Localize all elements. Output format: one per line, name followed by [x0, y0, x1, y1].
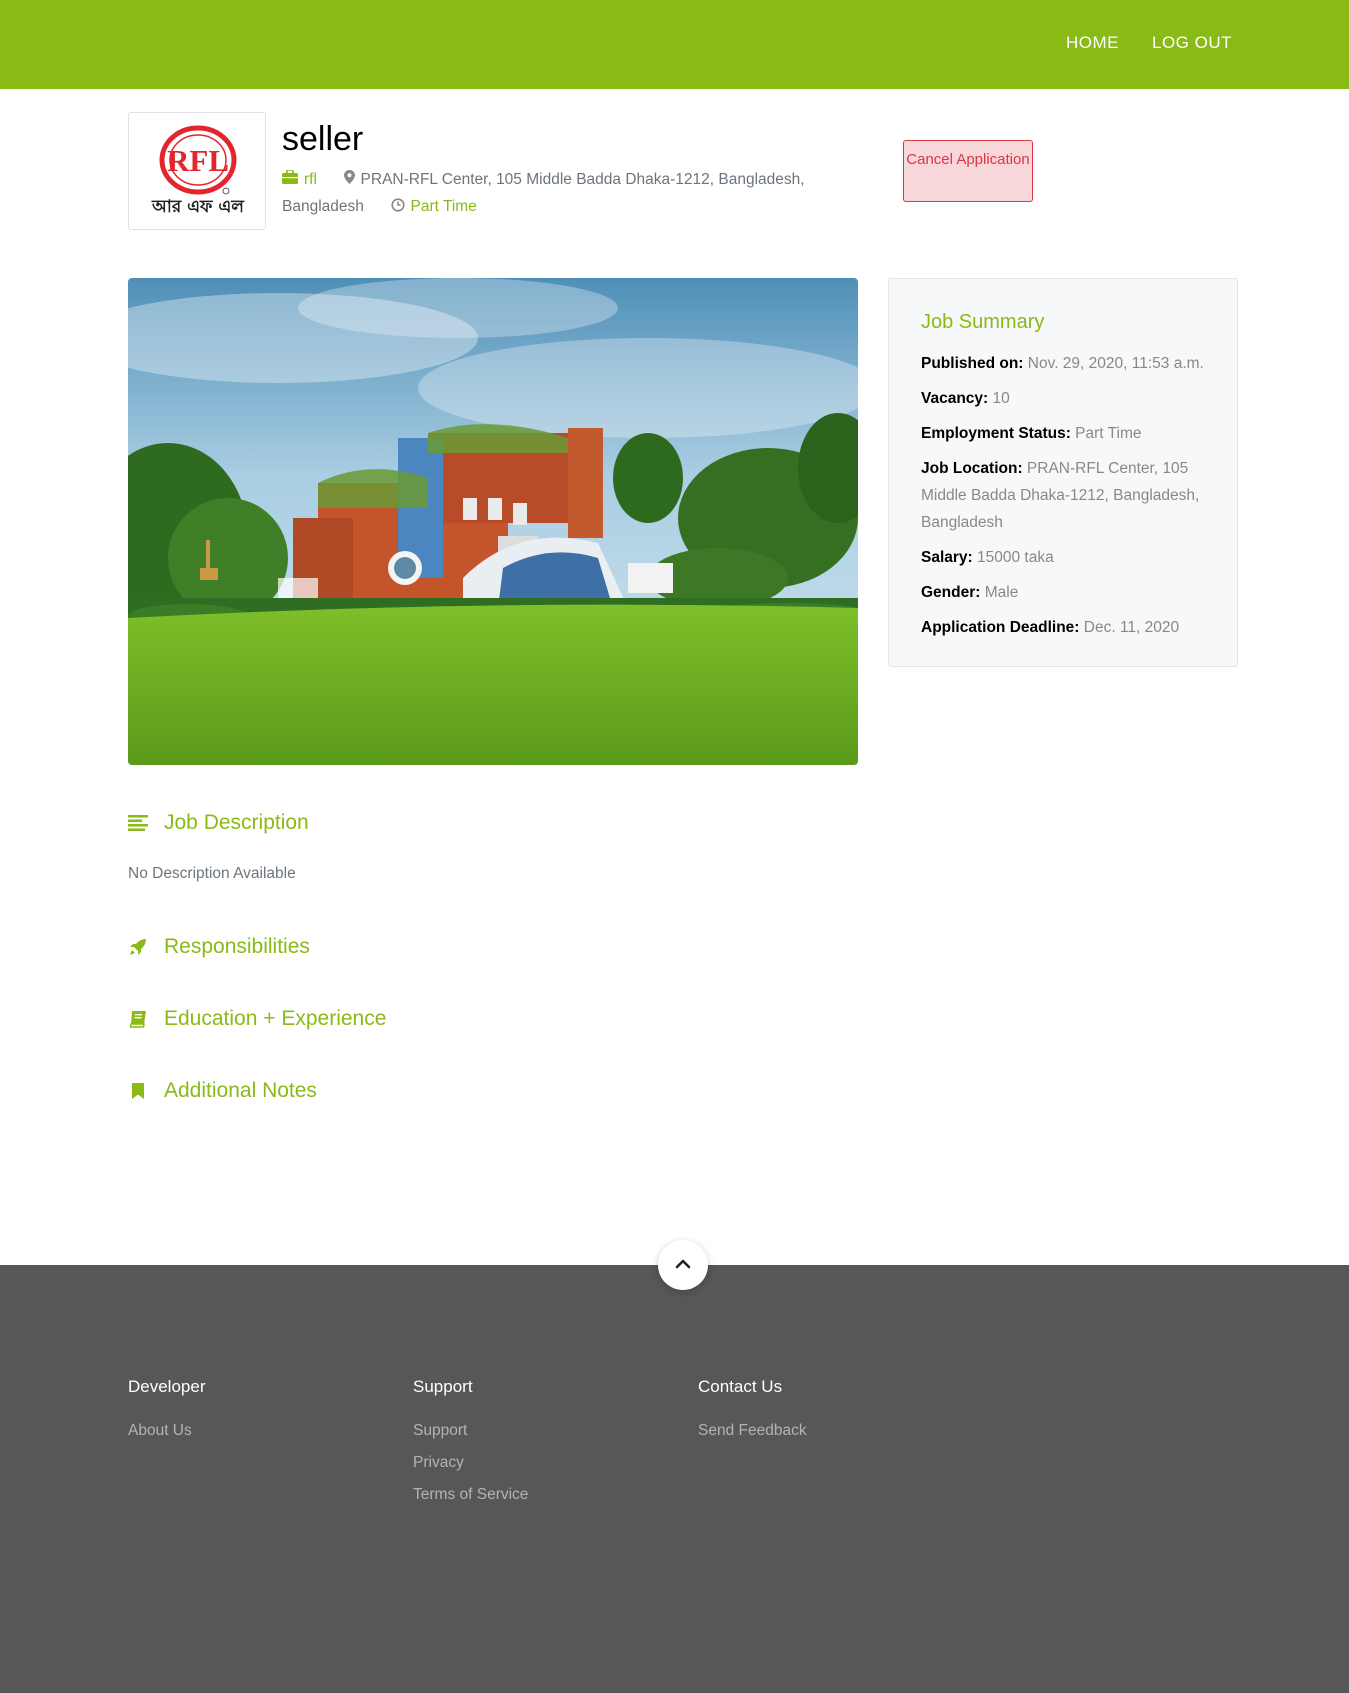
- rfl-logo-image: RFL আর এফ এল: [151, 125, 245, 217]
- svg-text:RFL: RFL: [167, 143, 229, 178]
- education-experience-heading: Education + Experience: [128, 1007, 386, 1031]
- footer-support-link[interactable]: Support: [413, 1422, 528, 1440]
- clock-icon: [390, 194, 405, 221]
- summary-vacancy: Vacancy: 10: [921, 390, 1010, 407]
- summary-employment-status: Employment Status: Part Time: [921, 425, 1142, 442]
- chevron-up-icon: [675, 1256, 691, 1274]
- svg-text:আর এফ এল: আর এফ এল: [151, 197, 245, 217]
- company-logo: RFL আর এফ এল: [128, 112, 266, 230]
- responsibilities-title: Responsibilities: [164, 935, 310, 958]
- footer-contact-title: Contact Us: [698, 1377, 783, 1396]
- scroll-to-top-button[interactable]: [658, 1240, 708, 1290]
- company-name[interactable]: rfl: [304, 171, 317, 188]
- job-title: seller: [282, 120, 364, 158]
- job-summary-title: Job Summary: [921, 311, 1045, 333]
- job-type: Part Time: [410, 198, 477, 216]
- summary-salary: Salary: 15000 taka: [921, 549, 1054, 566]
- summary-gender: Gender: Male: [921, 584, 1019, 601]
- job-description-text: No Description Available: [128, 865, 296, 882]
- footer-privacy-link[interactable]: Privacy: [413, 1454, 528, 1472]
- footer-feedback-link[interactable]: Send Feedback: [698, 1422, 807, 1440]
- job-description-heading: Job Description: [128, 811, 309, 835]
- book-icon: [128, 1009, 148, 1029]
- footer-support-column: Support Support Privacy Terms of Service: [413, 1377, 528, 1518]
- summary-published: Published on: Nov. 29, 2020, 11:53 a.m.: [921, 355, 1204, 372]
- briefcase-icon: [282, 166, 298, 193]
- footer-about-link[interactable]: About Us: [128, 1422, 206, 1440]
- align-left-icon: [128, 813, 148, 833]
- office-building-photo: [128, 278, 858, 765]
- cancel-application-button[interactable]: Cancel Application: [903, 140, 1033, 202]
- bookmark-icon: [128, 1081, 148, 1101]
- nav-home-link[interactable]: HOME: [1066, 33, 1119, 53]
- additional-notes-title: Additional Notes: [164, 1079, 317, 1102]
- main-nav: HOME LOG OUT: [1066, 33, 1232, 53]
- additional-notes-heading: Additional Notes: [128, 1079, 317, 1103]
- footer-support-title: Support: [413, 1377, 473, 1396]
- map-marker-icon: [343, 166, 355, 193]
- site-footer: [0, 1265, 1349, 1693]
- responsibilities-heading: Responsibilities: [128, 935, 310, 959]
- rocket-icon: [128, 937, 148, 957]
- job-description-title: Job Description: [164, 811, 309, 834]
- top-navbar: HOME LOG OUT: [0, 0, 1349, 89]
- job-hero-image: [128, 278, 858, 765]
- footer-developer-column: Developer About Us: [128, 1377, 206, 1454]
- job-meta: rfl PRAN-RFL Center, 105 Middle Badda Dh…: [282, 166, 852, 221]
- education-experience-title: Education + Experience: [164, 1007, 387, 1030]
- summary-deadline: Application Deadline: Dec. 11, 2020: [921, 619, 1180, 636]
- footer-contact-column: Contact Us Send Feedback: [698, 1377, 807, 1454]
- footer-terms-link[interactable]: Terms of Service: [413, 1486, 528, 1504]
- summary-job-location: Job Location: PRAN-RFL Center, 105 Middl…: [921, 460, 1200, 531]
- job-summary-card: Job Summary Published on: Nov. 29, 2020,…: [888, 278, 1238, 667]
- footer-developer-title: Developer: [128, 1377, 206, 1396]
- nav-logout-link[interactable]: LOG OUT: [1152, 33, 1232, 53]
- job-location: PRAN-RFL Center, 105 Middle Badda Dhaka-…: [282, 171, 805, 216]
